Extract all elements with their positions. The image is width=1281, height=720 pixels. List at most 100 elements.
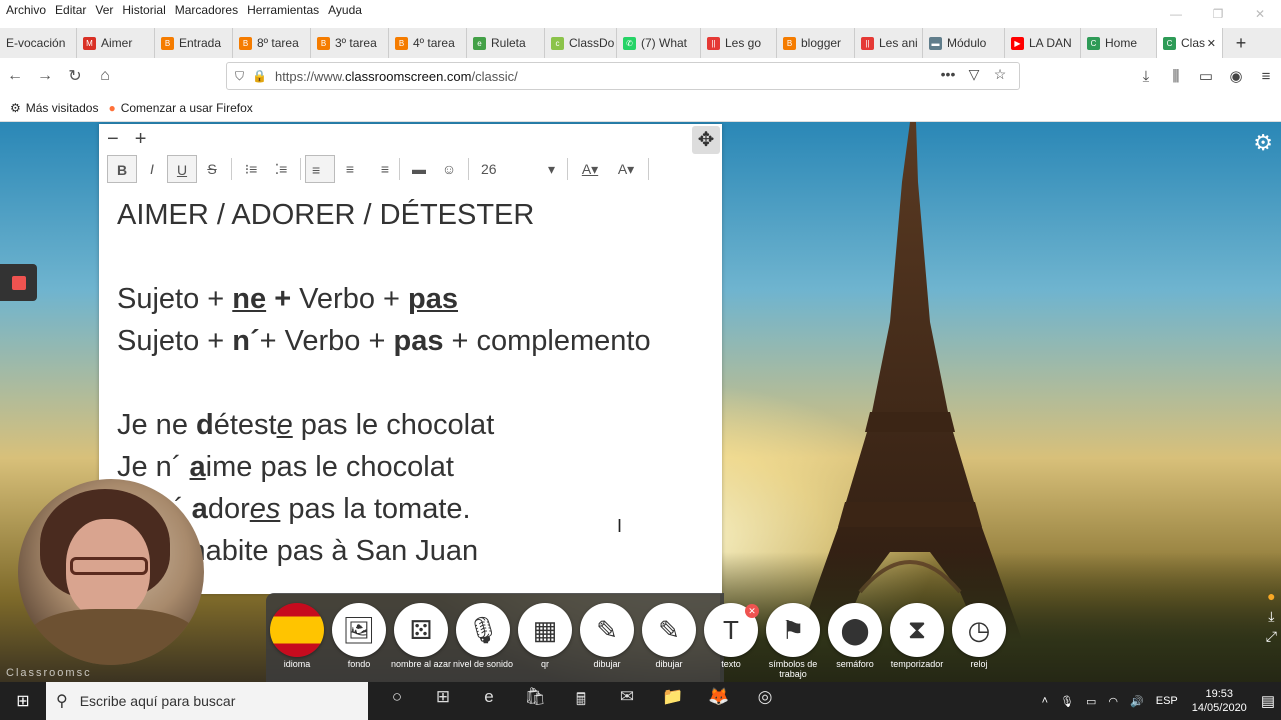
tab-8[interactable]: ✆ (7) What <box>617 28 701 58</box>
edge-icon[interactable]: e <box>466 687 512 716</box>
tab-6[interactable]: e Ruleta <box>467 28 545 58</box>
strikethrough-button[interactable]: S <box>197 155 227 183</box>
remove-badge-icon[interactable]: ✕ <box>745 604 759 618</box>
page-actions-icon[interactable]: ••• <box>935 66 961 83</box>
power-icon[interactable]: ▭ <box>1086 695 1096 708</box>
bold-button[interactable]: B <box>107 155 137 183</box>
forward-button[interactable]: → <box>30 67 60 85</box>
expand-icon[interactable]: ⤢ <box>1266 628 1277 648</box>
dock-item-símbolos-de-trabajo[interactable]: ⚑ símbolos de trabajo <box>762 603 824 679</box>
volume-icon[interactable]: 🔊 <box>1130 695 1144 708</box>
clock[interactable]: 19:53 14/05/2020 <box>1192 687 1247 715</box>
menu-ayuda[interactable]: Ayuda <box>328 3 362 17</box>
dock-item-reloj[interactable]: ◷ reloj <box>948 603 1010 679</box>
align-center-button[interactable]: ≡ <box>335 155 365 183</box>
tab-15[interactable]: C Clas ✕ <box>1157 28 1223 58</box>
account-icon[interactable]: ◉ <box>1221 67 1251 85</box>
font-size-select[interactable]: 26 ▾ <box>473 161 563 178</box>
tab-10[interactable]: Bblogger <box>777 28 855 58</box>
download-icon[interactable]: ⤓ <box>1131 68 1161 85</box>
align-right-button[interactable]: ≡ <box>365 155 395 183</box>
zoom-out-button[interactable]: − <box>107 128 119 151</box>
taskbar-search[interactable]: ⚲ Escribe aquí para buscar <box>46 682 368 720</box>
library-icon[interactable]: ⫼ <box>1161 68 1191 85</box>
ordered-list-button[interactable]: ⁝≡ <box>236 155 266 183</box>
cortana-icon[interactable]: ○ <box>374 687 420 716</box>
record-button[interactable] <box>0 264 37 301</box>
editor-text-area[interactable]: AIMER / ADORER / DÉTESTER Sujeto + ne + … <box>117 194 651 572</box>
align-left-button[interactable]: ≡ <box>305 155 335 183</box>
pocket-icon[interactable]: ▽ <box>961 66 987 83</box>
tab-4[interactable]: B 3º tarea <box>311 28 389 58</box>
unordered-list-button[interactable]: ⁚≡ <box>266 155 296 183</box>
tab-label: E-vocación <box>6 36 66 50</box>
horizontal-rule-button[interactable]: ▬ <box>404 155 434 183</box>
dock-item-dibujar[interactable]: ✎ dibujar <box>638 603 700 679</box>
tab-7[interactable]: c ClassDo <box>545 28 617 58</box>
chrome-icon[interactable]: ◎ <box>742 687 788 716</box>
mail-icon[interactable]: ✉ <box>604 687 650 716</box>
minimize-button[interactable]: — <box>1155 0 1197 28</box>
emoji-button[interactable]: ☺ <box>434 155 464 183</box>
hamburger-menu-icon[interactable]: ≡ <box>1251 68 1281 85</box>
dock-item-qr[interactable]: ▦ qr <box>514 603 576 679</box>
tab-2[interactable]: B Entrada <box>155 28 233 58</box>
new-tab-button[interactable]: + <box>1227 33 1255 54</box>
dock-item-nombre-al-azar[interactable]: ⚄ nombre al azar <box>390 603 452 679</box>
settings-gear-icon[interactable]: ⚙ <box>1253 130 1273 156</box>
menu-editar[interactable]: Editar <box>55 3 86 17</box>
menu-historial[interactable]: Historial <box>122 3 165 17</box>
close-window-button[interactable]: ✕ <box>1239 0 1281 28</box>
tab-12[interactable]: ▬ Módulo <box>923 28 1005 58</box>
language-indicator[interactable]: ESP <box>1156 695 1178 707</box>
menu-herramientas[interactable]: Herramientas <box>247 3 319 17</box>
tab-13[interactable]: ▶ LA DAN <box>1005 28 1081 58</box>
underline-button[interactable]: U <box>167 155 197 183</box>
flag-icon <box>270 603 324 657</box>
firefox-icon[interactable]: 🦊 <box>696 687 742 716</box>
home-button[interactable]: ⌂ <box>90 67 120 85</box>
dock-item-semáforo[interactable]: ⬤ semáforo <box>824 603 886 679</box>
move-handle-icon[interactable]: ✥ <box>692 126 720 154</box>
task-view-icon[interactable]: ⊞ <box>420 687 466 716</box>
dock-item-nivel-de-sonido[interactable]: 🎙 nivel de sonido <box>452 603 514 679</box>
restore-button[interactable]: ❐ <box>1197 0 1239 28</box>
traffic-mini-icon[interactable]: ● <box>1267 588 1275 608</box>
tab-5[interactable]: B 4º tarea <box>389 28 467 58</box>
tab-9[interactable]: || Les go <box>701 28 777 58</box>
store-icon[interactable]: 🛍 <box>512 687 558 716</box>
back-button[interactable]: ← <box>0 67 30 85</box>
dock-item-temporizador[interactable]: ⧗ temporizador <box>886 603 948 679</box>
dock-item-dibujar[interactable]: ✎ dibujar <box>576 603 638 679</box>
menu-archivo[interactable]: Archivo <box>6 3 46 17</box>
tray-chevron-icon[interactable]: ˄ <box>1042 695 1048 707</box>
italic-button[interactable]: I <box>137 155 167 183</box>
bookmark-comenzar-firefox[interactable]: ● Comenzar a usar Firefox <box>108 101 252 115</box>
app-icon[interactable]: 🖩 <box>558 687 604 716</box>
menu-ver[interactable]: Ver <box>95 3 113 17</box>
bookmark-star-icon[interactable]: ☆ <box>987 66 1013 83</box>
notifications-icon[interactable]: ▤ <box>1261 692 1275 710</box>
explorer-icon[interactable]: 📁 <box>650 687 696 716</box>
dock-item-fondo[interactable]: 🖼 fondo <box>328 603 390 679</box>
reload-button[interactable]: ↻ <box>60 66 90 86</box>
zoom-in-button[interactable]: + <box>135 128 147 151</box>
windows-start-icon[interactable]: ⊞ <box>0 691 46 711</box>
tab-14[interactable]: C Home <box>1081 28 1157 58</box>
tab-11[interactable]: || Les ani <box>855 28 923 58</box>
arrow-down-icon[interactable]: ⤓ <box>1268 608 1274 628</box>
wifi-icon[interactable]: ◠ <box>1108 695 1118 708</box>
tab-1[interactable]: M Aimer <box>77 28 155 58</box>
close-tab-icon[interactable]: ✕ <box>1207 37 1216 50</box>
dock-item-idioma[interactable]: idioma <box>266 603 328 679</box>
sidebar-icon[interactable]: ▭ <box>1191 67 1221 85</box>
menu-marcadores[interactable]: Marcadores <box>175 3 238 17</box>
tab-0[interactable]: E-vocación <box>0 28 77 58</box>
font-color-button[interactable]: A▾ <box>572 155 608 183</box>
tab-3[interactable]: B 8º tarea <box>233 28 311 58</box>
url-bar[interactable]: ⛉ 🔒 https://www.classroomscreen.com/clas… <box>226 62 1020 90</box>
highlight-color-button[interactable]: A▾ <box>608 155 644 183</box>
microphone-icon[interactable]: 🎙 <box>1060 695 1074 708</box>
bookmark-mas-visitados[interactable]: ⚙ Más visitados <box>10 101 98 115</box>
text-editor-widget[interactable]: − + ✥ B I U S ⁝≡ ⁚≡ ≡ ≡ ≡ ▬ ☺ 26 ▾ A▾ A▾ <box>99 124 722 594</box>
